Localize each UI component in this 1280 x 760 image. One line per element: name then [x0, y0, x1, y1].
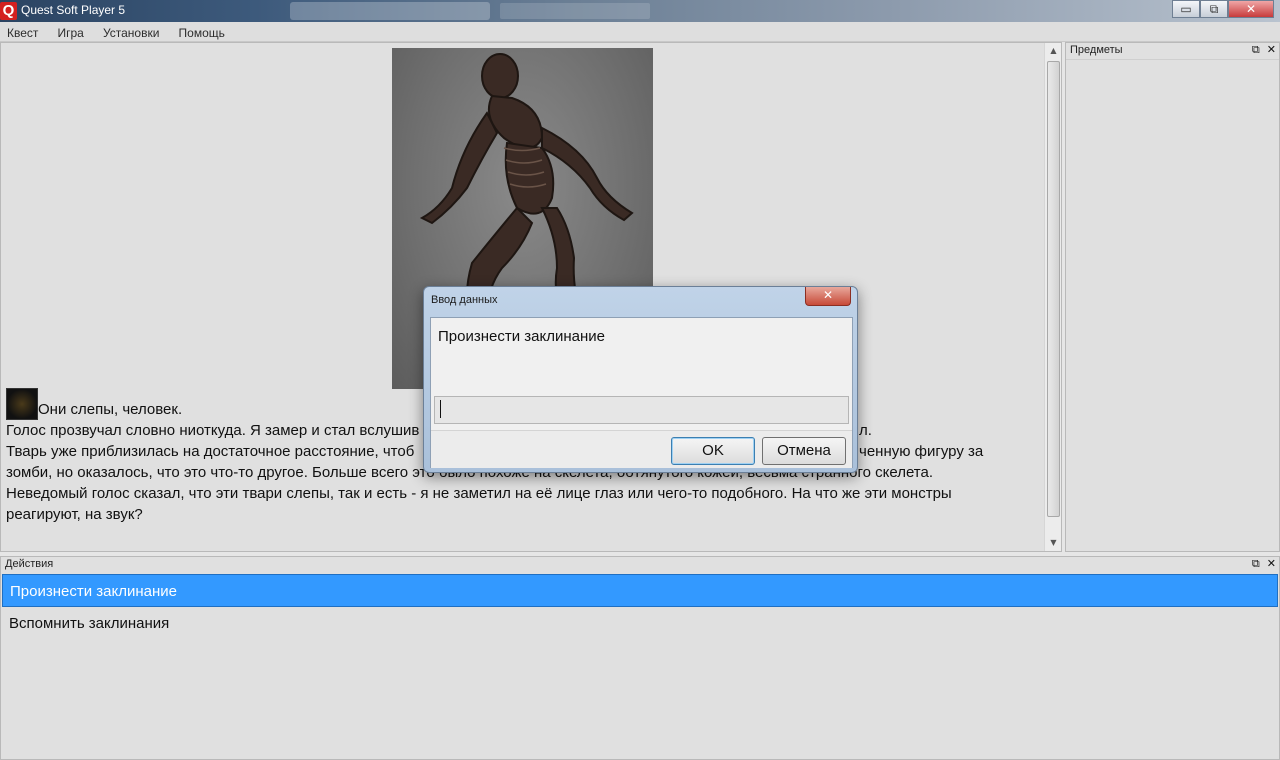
window-title: Quest Soft Player 5	[21, 3, 126, 17]
input-dialog: Ввод данных ✕ Произнести заклинание OK О…	[423, 286, 858, 473]
story-line-5: Неведомый голос сказал, что эти твари сл…	[6, 485, 952, 502]
actions-panel-controls: ⧉ ✕	[1248, 557, 1276, 571]
text-caret	[440, 400, 441, 418]
background-taskbar-ghost	[290, 2, 490, 20]
close-button[interactable]: ✕	[1228, 0, 1274, 18]
dialog-close-button[interactable]: ✕	[805, 287, 851, 306]
menu-help[interactable]: Помощь	[172, 24, 232, 42]
menu-quest[interactable]: Квест	[0, 24, 45, 42]
app-logo-icon: Q	[0, 2, 17, 20]
dialog-body: Произнести заклинание OK Отмена	[430, 317, 853, 468]
items-panel-close-icon[interactable]: ✕	[1267, 44, 1276, 56]
minimize-button[interactable]: ▭	[1172, 0, 1200, 18]
menu-settings[interactable]: Установки	[96, 24, 166, 42]
dialog-title: Ввод данных	[431, 294, 498, 306]
actions-panel-header: Действия ⧉ ✕	[1, 557, 1279, 574]
spell-input[interactable]	[434, 396, 849, 424]
background-taskbar-ghost-2	[500, 3, 650, 19]
actions-panel-restore-icon[interactable]: ⧉	[1252, 558, 1260, 570]
story-line-6: реагируют, на звук?	[6, 506, 143, 523]
actions-panel: Действия ⧉ ✕ Произнести заклинание Вспом…	[0, 556, 1280, 760]
dialog-button-row: OK Отмена	[431, 430, 852, 468]
items-panel-restore-icon[interactable]: ⧉	[1252, 44, 1260, 56]
scroll-thumb[interactable]	[1047, 61, 1060, 517]
window-controls: ▭ ⧉ ✕	[1172, 0, 1274, 18]
story-scrollbar[interactable]: ▲ ▼	[1044, 43, 1061, 551]
items-panel-header: Предметы ⧉ ✕	[1066, 43, 1279, 60]
scroll-up-arrow-icon[interactable]: ▲	[1045, 43, 1062, 59]
items-panel-title: Предметы	[1070, 44, 1123, 56]
maximize-button[interactable]: ⧉	[1200, 0, 1228, 18]
dialog-prompt: Произнести заклинание	[438, 328, 605, 345]
cancel-button[interactable]: Отмена	[762, 437, 846, 465]
action-recall-spells[interactable]: Вспомнить заклинания	[2, 607, 1278, 640]
action-cast-spell[interactable]: Произнести заклинание	[2, 574, 1278, 607]
menu-game[interactable]: Игра	[51, 24, 91, 42]
items-panel: Предметы ⧉ ✕	[1065, 42, 1280, 552]
actions-panel-close-icon[interactable]: ✕	[1267, 558, 1276, 570]
speaker-avatar	[6, 388, 38, 420]
scroll-down-arrow-icon[interactable]: ▼	[1045, 535, 1062, 551]
actions-panel-title: Действия	[5, 558, 54, 570]
menu-bar: Квест Игра Установки Помощь	[0, 22, 1280, 42]
ok-button[interactable]: OK	[671, 437, 755, 465]
items-panel-controls: ⧉ ✕	[1248, 43, 1276, 57]
window-titlebar: Q Quest Soft Player 5 ▭ ⧉ ✕	[0, 0, 1280, 22]
